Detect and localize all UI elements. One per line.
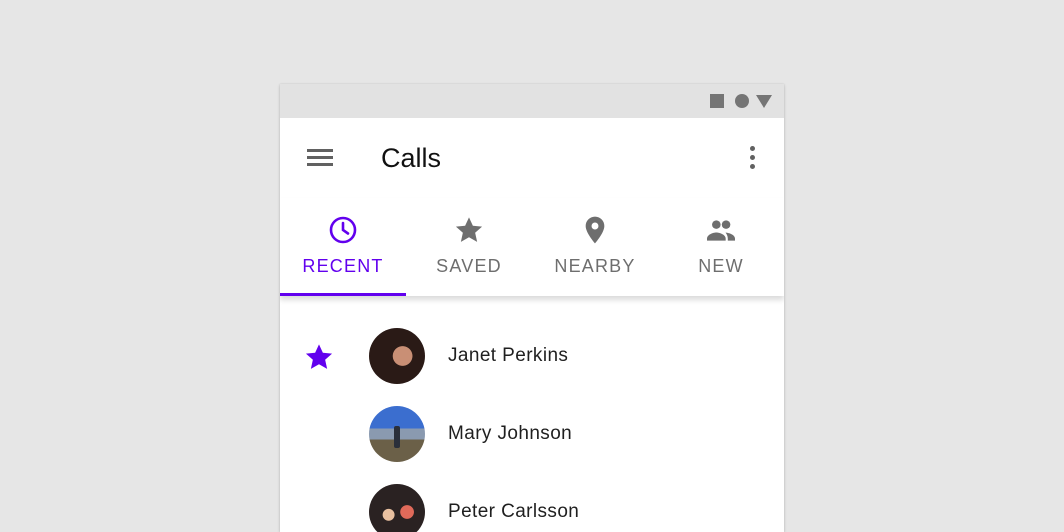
- avatar: [369, 484, 425, 532]
- app-bar: Calls: [280, 118, 784, 198]
- page-title: Calls: [381, 143, 442, 173]
- tab-recent[interactable]: RECENT: [280, 198, 406, 296]
- tab-bar: RECENT SAVED NEARBY NEW: [280, 198, 784, 296]
- circle-icon: [735, 94, 749, 108]
- tab-saved[interactable]: SAVED: [406, 198, 532, 296]
- tab-nearby[interactable]: NEARBY: [532, 198, 658, 296]
- status-bar: [280, 84, 784, 118]
- location-pin-icon: [585, 216, 605, 244]
- overflow-menu-button[interactable]: [740, 144, 766, 172]
- contact-name: Janet Perkins: [448, 345, 569, 366]
- tab-label: RECENT: [302, 256, 384, 276]
- tab-label: NEW: [698, 256, 744, 276]
- favorite-star-icon[interactable]: [303, 341, 335, 373]
- contact-name: Mary Johnson: [448, 423, 573, 444]
- people-icon: [707, 220, 735, 241]
- menu-button[interactable]: [302, 142, 336, 172]
- phone-frame: Calls RECENT SAVED NEARBY NEW Janet Perk…: [280, 84, 784, 532]
- contact-name: Peter Carlsson: [448, 501, 580, 522]
- star-icon: [455, 217, 483, 242]
- avatar: [369, 328, 425, 384]
- avatar: [369, 406, 425, 462]
- list-item[interactable]: Peter Carlsson: [280, 475, 784, 532]
- square-icon: [710, 94, 724, 108]
- tab-new[interactable]: NEW: [658, 198, 784, 296]
- clock-icon: [329, 216, 357, 244]
- active-tab-indicator: [280, 293, 406, 296]
- tab-label: SAVED: [436, 256, 502, 276]
- list-item[interactable]: Mary Johnson: [280, 397, 784, 475]
- tab-label: NEARBY: [554, 256, 636, 276]
- list-item[interactable]: Janet Perkins: [280, 319, 784, 397]
- triangle-icon: [756, 95, 772, 108]
